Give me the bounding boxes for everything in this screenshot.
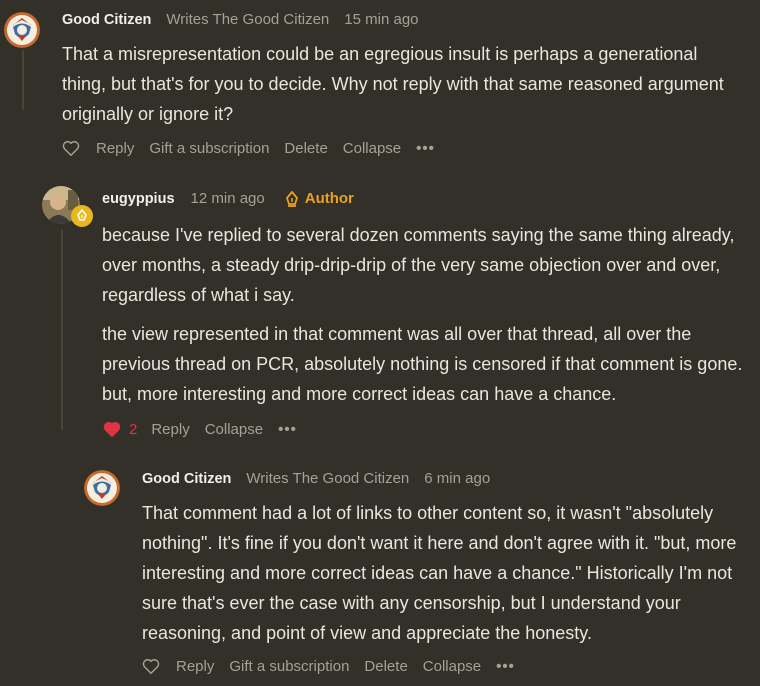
- more-options-button[interactable]: •••: [416, 140, 435, 157]
- author-pen-icon: [71, 205, 93, 227]
- comment-paragraph: the view represented in that comment was…: [102, 324, 743, 404]
- heart-icon[interactable]: [62, 139, 82, 157]
- author-name[interactable]: Good Citizen: [142, 471, 231, 487]
- comment-paragraph: That comment had a lot of links to other…: [142, 503, 737, 643]
- comment-actions: Reply Gift a subscription Delete Collaps…: [142, 657, 530, 675]
- avatar[interactable]: [84, 470, 120, 506]
- avatar[interactable]: [4, 12, 40, 48]
- thread-line: [22, 50, 24, 110]
- comment-meta: Good Citizen Writes The Good Citizen 6 m…: [142, 470, 490, 487]
- delete-button[interactable]: Delete: [364, 658, 407, 675]
- author-subtitle[interactable]: Writes The Good Citizen: [166, 11, 329, 28]
- comment-meta: eugyppius 12 min ago Author: [102, 190, 354, 207]
- reply-button[interactable]: Reply: [96, 140, 134, 157]
- timestamp[interactable]: 12 min ago: [191, 190, 265, 207]
- thread-line: [61, 230, 63, 430]
- author-badge-label: Author: [304, 190, 354, 207]
- heart-icon[interactable]: [142, 657, 162, 675]
- collapse-button[interactable]: Collapse: [343, 140, 401, 157]
- comment-paragraph: because I've replied to several dozen co…: [102, 225, 735, 305]
- comment-meta: Good Citizen Writes The Good Citizen 15 …: [62, 11, 419, 28]
- reply-button[interactable]: Reply: [151, 421, 189, 438]
- comment-body: That a misrepresentation could be an egr…: [62, 39, 742, 138]
- comment-body: That comment had a lot of links to other…: [142, 498, 748, 657]
- liked-heart-icon[interactable]: [103, 420, 123, 438]
- collapse-button[interactable]: Collapse: [205, 421, 263, 438]
- comment-actions: Reply Gift a subscription Delete Collaps…: [62, 139, 450, 157]
- timestamp[interactable]: 6 min ago: [424, 470, 490, 487]
- more-options-button[interactable]: •••: [278, 421, 297, 438]
- gift-subscription-button[interactable]: Gift a subscription: [149, 140, 269, 157]
- author-subtitle[interactable]: Writes The Good Citizen: [246, 470, 409, 487]
- author-pen-small-icon: [285, 190, 298, 207]
- avatar-logo-icon: [84, 470, 120, 506]
- timestamp[interactable]: 15 min ago: [344, 11, 418, 28]
- collapse-button[interactable]: Collapse: [423, 658, 481, 675]
- comment-body: because I've replied to several dozen co…: [102, 220, 747, 418]
- like-count: 2: [129, 420, 138, 438]
- more-options-button[interactable]: •••: [496, 658, 515, 675]
- avatar-logo-icon: [4, 12, 40, 48]
- comment-actions: 2 Reply Collapse •••: [103, 420, 312, 438]
- author-badge: Author: [285, 190, 354, 207]
- author-name[interactable]: eugyppius: [102, 191, 175, 207]
- reply-button[interactable]: Reply: [176, 658, 214, 675]
- author-name[interactable]: Good Citizen: [62, 12, 151, 28]
- delete-button[interactable]: Delete: [284, 140, 327, 157]
- comment-paragraph: That a misrepresentation could be an egr…: [62, 44, 724, 124]
- gift-subscription-button[interactable]: Gift a subscription: [229, 658, 349, 675]
